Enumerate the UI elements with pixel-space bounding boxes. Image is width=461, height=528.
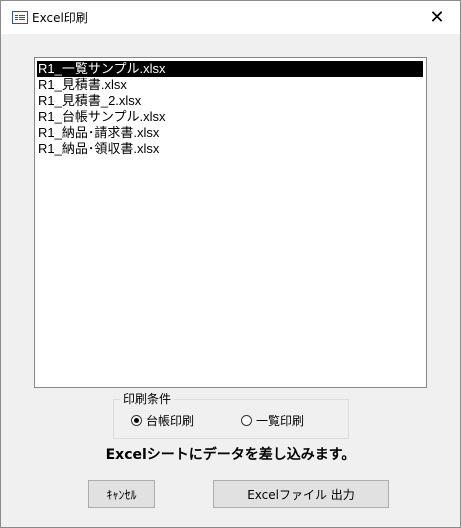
close-icon: ✕	[429, 7, 445, 28]
print-condition-label: 印刷条件	[120, 392, 175, 406]
file-listbox[interactable]: R1_一覧サンプル.xlsx R1_見積書.xlsx R1_見積書_2.xlsx…	[34, 57, 427, 388]
list-item[interactable]: R1_台帳サンプル.xlsx	[37, 109, 423, 125]
radio-checked-icon	[131, 415, 142, 426]
radio-list-print[interactable]: 一覧印刷	[241, 412, 304, 429]
list-item[interactable]: R1_見積書.xlsx	[37, 77, 423, 93]
close-button[interactable]: ✕	[414, 1, 460, 34]
instruction-message: Excelシートにデータを差し込みます。	[105, 447, 356, 463]
window-title: Excel印刷	[32, 11, 88, 25]
cancel-button[interactable]: ｷｬﾝｾﾙ	[88, 480, 155, 508]
list-item[interactable]: R1_納品･領収書.xlsx	[37, 141, 423, 157]
list-item[interactable]: R1_一覧サンプル.xlsx	[37, 61, 423, 77]
title-bar: Excel印刷 ✕	[1, 1, 460, 34]
radio-ledger-print[interactable]: 台帳印刷	[131, 412, 194, 429]
form-icon	[12, 11, 28, 24]
list-item[interactable]: R1_納品･請求書.xlsx	[37, 125, 423, 141]
excel-output-button[interactable]: Excelファイル 出力	[213, 480, 389, 508]
radio-ledger-print-label: 台帳印刷	[146, 414, 195, 428]
radio-list-print-label: 一覧印刷	[256, 414, 305, 428]
excel-print-dialog: Excel印刷 ✕ R1_一覧サンプル.xlsx R1_見積書.xlsx R1_…	[0, 0, 461, 528]
radio-unchecked-icon	[241, 415, 252, 426]
list-item[interactable]: R1_見積書_2.xlsx	[37, 93, 423, 109]
